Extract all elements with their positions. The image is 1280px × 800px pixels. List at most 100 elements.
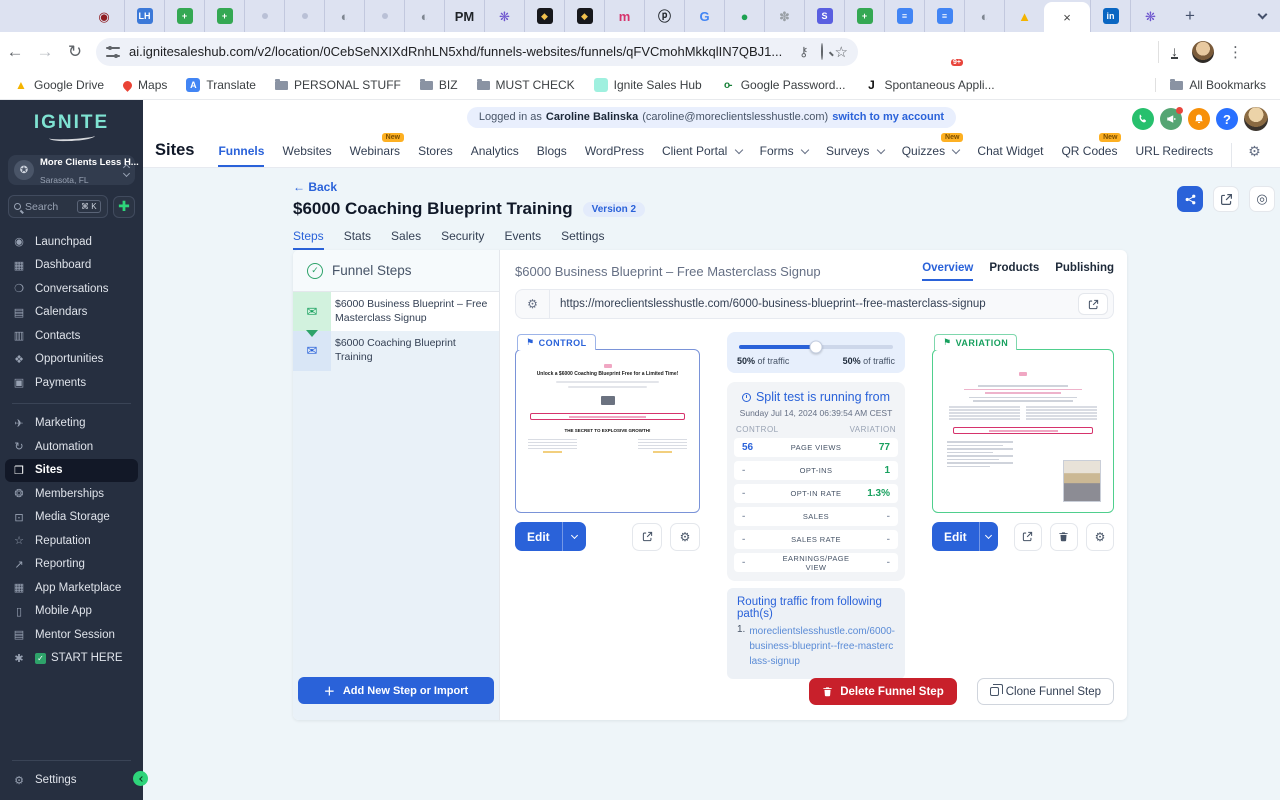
1b-extension-icon[interactable]: 1b: [1000, 42, 1020, 62]
tab-stats[interactable]: Stats: [344, 229, 371, 250]
account-switcher[interactable]: ✪ More Clients Less H... Sarasota, FL: [8, 155, 139, 185]
control-settings-gear-icon[interactable]: ⚙: [670, 522, 700, 551]
add-new-step-button[interactable]: ＋ Add New Step or Import: [298, 677, 494, 704]
variation-settings-gear-icon[interactable]: ⚙: [1085, 522, 1114, 551]
blank-tab[interactable]: [364, 0, 404, 32]
routing-path-link[interactable]: moreclientslesshustle.com/6000-business-…: [749, 624, 895, 669]
help-icon[interactable]: ?: [1216, 108, 1238, 130]
sidebar-item-memberships[interactable]: ❂ Memberships: [0, 482, 143, 506]
downloads-icon[interactable]: ↓: [1171, 44, 1178, 59]
sidebar-item-calendars[interactable]: ▤ Calendars: [0, 301, 143, 325]
user-avatar[interactable]: [1244, 107, 1268, 131]
variation-thumbnail[interactable]: [932, 349, 1114, 513]
globe-tab[interactable]: ◐: [324, 0, 364, 32]
nav-surveys[interactable]: Surveys: [826, 144, 884, 167]
wand-extension-icon[interactable]: ✎: [1062, 42, 1082, 62]
nav-quizzes[interactable]: Quizzes New: [902, 133, 964, 167]
sidebar-item-dashboard[interactable]: ▦ Dashboard: [0, 254, 143, 278]
nav-webinars[interactable]: Webinars New: [350, 133, 405, 167]
s-app-tab[interactable]: S: [804, 0, 844, 32]
phone-icon[interactable]: [1132, 108, 1154, 130]
quick-add-button[interactable]: ✚: [113, 195, 135, 218]
bell-icon[interactable]: [1188, 108, 1210, 130]
passkey-icon[interactable]: ⚷: [799, 44, 809, 60]
google-tab[interactable]: G: [684, 0, 724, 32]
spiral-tab[interactable]: ⓟ: [644, 0, 684, 32]
diamond-tab[interactable]: ◆: [524, 0, 564, 32]
delete-funnel-step-button[interactable]: Delete Funnel Step: [809, 678, 957, 705]
address-bar[interactable]: ai.ignitesaleshub.com/v2/location/0CebSe…: [96, 37, 858, 66]
switch-account-link[interactable]: switch to my account: [832, 111, 944, 123]
sidebar-item-reporting[interactable]: ↗ Reporting: [0, 553, 143, 577]
sidebar-item-automation[interactable]: ↻ Automation: [0, 435, 143, 459]
tab-settings[interactable]: Settings: [561, 229, 604, 250]
docs-tab[interactable]: ≡: [924, 0, 964, 32]
blank-tab[interactable]: [284, 0, 324, 32]
tab-products[interactable]: Products: [989, 262, 1039, 281]
site-info-icon[interactable]: [106, 45, 120, 58]
version-history-button[interactable]: ◎: [1249, 186, 1275, 212]
translate-extension-icon[interactable]: A: [876, 42, 896, 62]
sheets-tab[interactable]: +: [844, 0, 884, 32]
sheets-tab[interactable]: +: [164, 0, 204, 32]
url-settings-gear-icon[interactable]: ⚙: [516, 290, 550, 318]
sidebar-item-payments[interactable]: ▣ Payments: [0, 371, 143, 395]
tab-search-chevron-icon[interactable]: [1252, 6, 1272, 26]
nav-wordpress[interactable]: WordPress: [585, 144, 644, 167]
snowflake-tab[interactable]: ❋: [1130, 0, 1170, 32]
all-bookmarks[interactable]: All Bookmarks: [1155, 78, 1266, 92]
nav-client-portal[interactable]: Client Portal: [662, 144, 742, 167]
sidebar-item-app-marketplace[interactable]: ▦ App Marketplace: [0, 576, 143, 600]
back-link[interactable]: ← Back: [293, 180, 1127, 194]
zoom-icon[interactable]: [820, 43, 823, 60]
menu-kebab-icon[interactable]: ⋮: [1228, 43, 1243, 61]
sidebar-item-media-storage[interactable]: ⊡ Media Storage: [0, 506, 143, 530]
sidebar-item-start-here[interactable]: ✱ ✓ START HERE: [0, 647, 143, 671]
active-tab[interactable]: ×: [1044, 2, 1090, 32]
nav-funnels[interactable]: Funnels: [218, 144, 265, 167]
funnel-step-1[interactable]: ✉ $6000 Business Blueprint – Free Master…: [293, 292, 499, 332]
open-url-button[interactable]: [1078, 293, 1108, 315]
sidebar-item-sites[interactable]: ❐ Sites: [5, 458, 138, 482]
bookmark-biz[interactable]: BIZ: [419, 78, 458, 92]
bookmark-spontaneous[interactable]: J Spontaneous Appli...: [864, 78, 994, 92]
drive-tab[interactable]: ▲: [1004, 0, 1044, 32]
sidebar-item-mobile-app[interactable]: ▯ Mobile App: [0, 600, 143, 624]
slider-thumb[interactable]: [809, 340, 823, 354]
control-edit-button[interactable]: Edit: [515, 522, 586, 551]
blank-tab[interactable]: [244, 0, 284, 32]
blue-o-extension-icon[interactable]: o: [1093, 42, 1113, 62]
sidebar-collapse-button[interactable]: [133, 771, 148, 786]
nav-stores[interactable]: Stores: [418, 144, 453, 167]
edit-dropdown-chevron-icon[interactable]: [978, 522, 998, 551]
profile-avatar[interactable]: [1192, 40, 1214, 63]
sheets-tab[interactable]: +: [204, 0, 244, 32]
sidebar-search[interactable]: ⌘ K: [8, 195, 108, 218]
tab-events[interactable]: Events: [504, 229, 541, 250]
nav-websites[interactable]: Websites: [282, 144, 331, 167]
nav-analytics[interactable]: Analytics: [471, 144, 519, 167]
green-circle-tab[interactable]: ●: [724, 0, 764, 32]
sidebar-item-opportunities[interactable]: ❖ Opportunities: [0, 348, 143, 372]
red-grid-extension-icon[interactable]: ▤: [907, 42, 927, 62]
bookmark-maps[interactable]: Maps: [121, 78, 167, 92]
tab-security[interactable]: Security: [441, 229, 484, 250]
url-text[interactable]: ai.ignitesaleshub.com/v2/location/0CebSe…: [129, 44, 787, 59]
nav-blogs[interactable]: Blogs: [537, 144, 567, 167]
bookmark-ignite-sales-hub[interactable]: Ignite Sales Hub: [593, 78, 702, 92]
flower-tab[interactable]: ✽: [764, 0, 804, 32]
leadhub-tab[interactable]: LH: [124, 0, 164, 32]
traffic-slider[interactable]: [739, 340, 893, 354]
sidebar-item-settings[interactable]: ⚙ Settings: [0, 769, 143, 793]
sites-settings-gear-icon[interactable]: ⚙: [1231, 143, 1261, 167]
tab-overview[interactable]: Overview: [922, 262, 974, 281]
snowflake-tab[interactable]: ❋: [484, 0, 524, 32]
new-tab-button[interactable]: +: [1176, 2, 1204, 30]
sidebar-item-reputation[interactable]: ☆ Reputation: [0, 529, 143, 553]
medium-tab[interactable]: m: [604, 0, 644, 32]
brain-extension-icon[interactable]: ❊: [1031, 42, 1051, 62]
tab-sales[interactable]: Sales: [391, 229, 421, 250]
globe-tab[interactable]: ◐: [964, 0, 1004, 32]
forward-icon[interactable]: →: [30, 42, 60, 62]
variation-open-button[interactable]: [1013, 522, 1042, 551]
